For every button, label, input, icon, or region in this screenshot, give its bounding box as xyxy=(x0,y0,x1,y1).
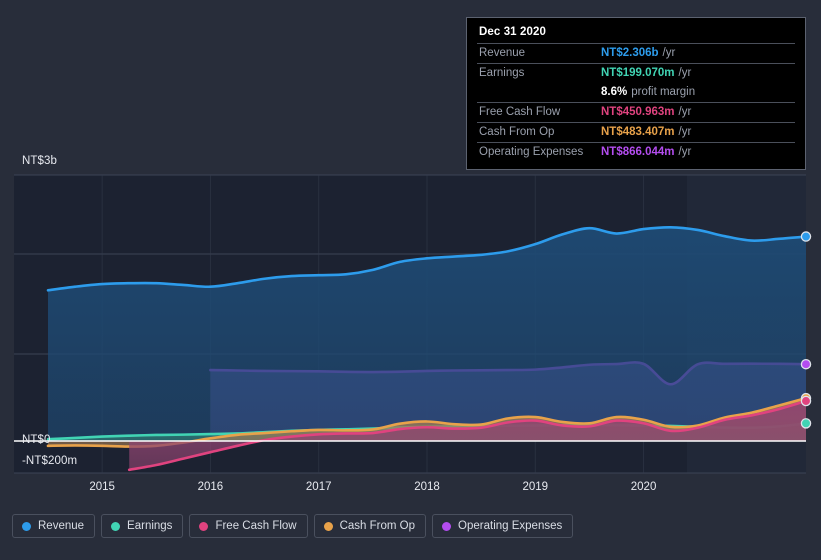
tooltip-row-value: NT$483.407m xyxy=(601,126,675,138)
legend-color-dot-icon xyxy=(442,521,452,531)
endpoint-dot-revenue xyxy=(800,231,812,242)
tooltip-row-label: Operating Expenses xyxy=(479,146,584,158)
legend-color-dot-icon xyxy=(22,521,31,531)
x-axis-tick-2016: 2016 xyxy=(197,481,224,493)
tooltip-row: Operating Expenses NT$866.044m/yr xyxy=(477,142,795,162)
tooltip-row-value-wrap: NT$199.070m/yr xyxy=(601,66,691,80)
tooltip-row: Free Cash Flow NT$450.963m/yr xyxy=(477,102,795,122)
endpoint-dot-free-cash-flow xyxy=(800,395,812,407)
tooltip-row-label: Revenue xyxy=(479,47,526,59)
tooltip-rows: Revenue NT$2.306b/yr Earnings NT$199.070m/y… xyxy=(477,43,795,162)
tooltip-row-value: 8.6% xyxy=(601,86,628,98)
legend-item-label: Free Cash Flow xyxy=(215,520,297,532)
tooltip-row-value-wrap: NT$450.963m/yr xyxy=(601,105,691,119)
y-axis-label-bottom: -NT$200m xyxy=(22,455,78,467)
tooltip-row-value-wrap: NT$866.044m/yr xyxy=(601,145,691,159)
tooltip-row-value-wrap: NT$483.407m/yr xyxy=(601,125,691,139)
x-axis-tick-2019: 2019 xyxy=(522,481,549,493)
legend-item-operating-expenses[interactable]: Operating Expenses xyxy=(432,514,574,538)
legend-color-dot-icon xyxy=(199,521,209,531)
tooltip-row: 8.6% profit margin xyxy=(477,83,795,102)
endpoint-dot-earnings xyxy=(800,418,812,429)
legend-item-earnings[interactable]: Earnings xyxy=(101,514,184,538)
tooltip-row-value: NT$2.306b xyxy=(601,47,659,59)
tooltip-row-label: Earnings xyxy=(479,67,525,79)
x-axis-tick-2020: 2020 xyxy=(630,481,657,493)
x-axis-tick-2015: 2015 xyxy=(89,481,115,493)
legend-item-revenue[interactable]: Revenue xyxy=(12,514,96,538)
legend-item-label: Earnings xyxy=(127,520,173,532)
legend-item-free-cash-flow[interactable]: Free Cash Flow xyxy=(189,514,308,538)
tooltip-row-value-wrap: 8.6% profit margin xyxy=(601,85,695,99)
tooltip-row-suffix: /yr xyxy=(678,106,692,118)
x-axis-tick-2017: 2017 xyxy=(305,481,332,493)
tooltip-row-suffix: /yr xyxy=(662,47,676,59)
legend-item-label: Operating Expenses xyxy=(458,520,563,532)
tooltip-row: Cash From Op NT$483.407m/yr xyxy=(477,122,795,142)
tooltip-row-suffix: /yr xyxy=(678,126,692,138)
legend-item-label: Cash From Op xyxy=(339,520,416,532)
tooltip-row-suffix: /yr xyxy=(678,67,692,79)
data-tooltip: Dec 31 2020 Revenue NT$2.306b/yr Earnings N… xyxy=(466,17,806,170)
tooltip-row-label: Cash From Op xyxy=(479,126,555,138)
legend-item-label: Revenue xyxy=(38,520,85,532)
tooltip-row-label: Free Cash Flow xyxy=(479,106,561,118)
tooltip-row: Earnings NT$199.070m/yr xyxy=(477,63,795,83)
endpoint-dot-operating-expenses xyxy=(800,358,812,370)
tooltip-row-suffix: profit margin xyxy=(631,86,696,98)
x-axis-tick-2018: 2018 xyxy=(414,481,440,493)
tooltip-row-value-wrap: NT$2.306b/yr xyxy=(601,46,675,60)
tooltip-date: Dec 31 2020 xyxy=(479,26,546,38)
financial-area-chart: NT$3b NT$0 -NT$200m 2015 2016 2017 2018 2019… xyxy=(0,0,821,560)
tooltip-row-suffix: /yr xyxy=(678,146,692,158)
tooltip-row-value: NT$866.044m xyxy=(601,146,675,158)
legend-color-dot-icon xyxy=(111,521,121,531)
legend-item-cash-from-op[interactable]: Cash From Op xyxy=(313,514,427,538)
legend-color-dot-icon xyxy=(323,521,333,531)
tooltip-row-value: NT$199.070m xyxy=(601,67,675,79)
tooltip-row-value: NT$450.963m xyxy=(601,106,675,118)
y-axis-label-zero: NT$0 xyxy=(22,434,51,446)
chart-legend: Revenue Earnings Free Cash Flow Cash From O… xyxy=(12,514,574,538)
tooltip-row: Revenue NT$2.306b/yr xyxy=(477,43,795,63)
y-axis-label-top: NT$3b xyxy=(22,155,58,167)
